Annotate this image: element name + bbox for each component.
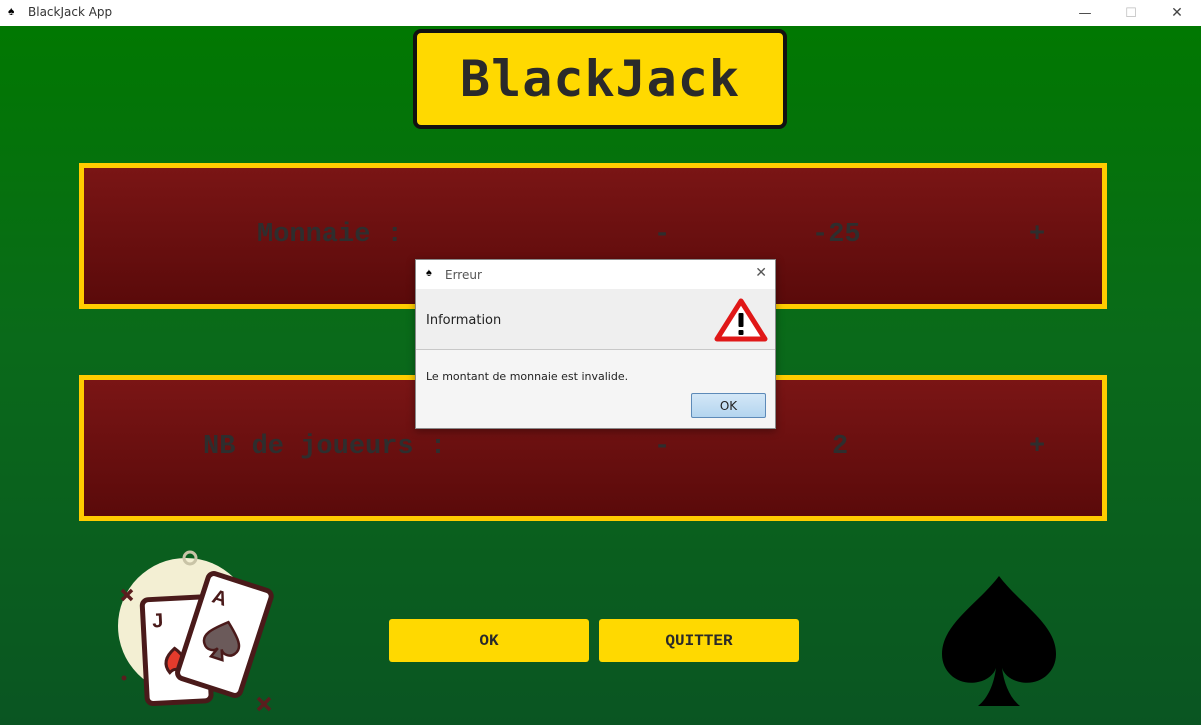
- dialog-title: Erreur: [445, 268, 482, 282]
- dialog-header-text: Information: [426, 313, 502, 328]
- close-button[interactable]: ✕: [1154, 0, 1200, 26]
- error-dialog: ♠ Erreur ✕ Information Le montant de mon…: [415, 259, 776, 429]
- minimize-button[interactable]: —: [1062, 0, 1108, 26]
- spade-icon: ♠: [8, 4, 15, 18]
- dialog-title-bar: ♠ Erreur ✕: [416, 260, 775, 289]
- app-logo: BlackJack: [413, 29, 787, 129]
- quit-button[interactable]: QUITTER: [599, 619, 799, 662]
- window-title-bar: ♠ BlackJack App — ☐ ✕: [0, 0, 1201, 26]
- players-label: NB de joueurs :: [203, 432, 447, 462]
- players-decrease-button[interactable]: -: [654, 432, 670, 462]
- spade-icon: [938, 574, 1060, 710]
- dialog-ok-button[interactable]: OK: [691, 393, 766, 418]
- ok-button[interactable]: OK: [389, 619, 589, 662]
- spade-icon: ♠: [426, 267, 432, 279]
- warning-icon: [714, 298, 768, 342]
- money-decrease-button[interactable]: -: [654, 220, 670, 250]
- money-label: Monnaie :: [257, 220, 403, 250]
- money-increase-button[interactable]: +: [1029, 220, 1045, 250]
- players-value: 2: [832, 432, 849, 462]
- playing-cards-illustration: J A: [110, 548, 290, 720]
- maximize-button[interactable]: ☐: [1108, 0, 1154, 26]
- logo-text: BlackJack: [460, 50, 740, 108]
- players-increase-button[interactable]: +: [1029, 432, 1045, 462]
- window-title: BlackJack App: [28, 5, 113, 19]
- dialog-header: Information: [416, 289, 775, 350]
- svg-text:J: J: [152, 610, 164, 633]
- dialog-close-button[interactable]: ✕: [755, 265, 767, 281]
- dialog-message: Le montant de monnaie est invalide.: [426, 370, 629, 383]
- money-value: -25: [812, 220, 861, 250]
